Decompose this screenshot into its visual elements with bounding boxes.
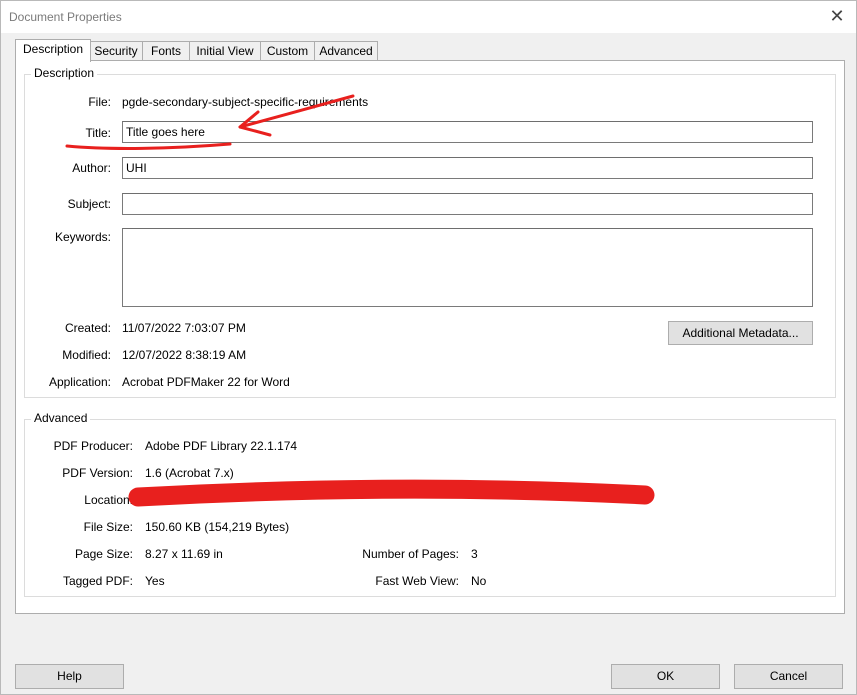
title-input[interactable]: [122, 121, 813, 143]
file-size-value: 150.60 KB (154,219 Bytes): [145, 520, 290, 534]
pdf-version-label: PDF Version:: [62, 466, 133, 480]
keywords-input[interactable]: [122, 228, 813, 307]
cancel-button[interactable]: Cancel: [734, 664, 843, 689]
help-button[interactable]: Help: [15, 664, 124, 689]
author-label: Author:: [72, 161, 111, 175]
advanced-group-label: Advanced: [31, 411, 91, 425]
document-properties-dialog: Document Properties ✕ Description Securi…: [0, 0, 857, 695]
fast-web-view-value: No: [471, 574, 487, 588]
description-group-label: Description: [31, 66, 98, 80]
pdf-version-value: 1.6 (Acrobat 7.x): [145, 466, 234, 480]
fast-web-view-label: Fast Web View:: [375, 574, 459, 588]
description-panel: Description File: pgde-secondary-subject…: [15, 60, 845, 614]
application-label: Application:: [48, 375, 111, 389]
keywords-label: Keywords:: [54, 230, 111, 244]
file-size-label: File Size:: [83, 520, 133, 534]
description-group: Description File: pgde-secondary-subject…: [24, 66, 836, 398]
number-of-pages-value: 3: [471, 547, 478, 561]
file-label: File:: [88, 95, 111, 109]
modified-label: Modified:: [62, 348, 111, 362]
tab-security[interactable]: Security: [89, 41, 143, 61]
close-icon[interactable]: ✕: [826, 5, 848, 27]
tab-description[interactable]: Description: [15, 39, 91, 62]
tab-advanced[interactable]: Advanced: [314, 41, 378, 61]
application-value: Acrobat PDFMaker 22 for Word: [122, 375, 290, 389]
file-value: pgde-secondary-subject-specific-requirem…: [122, 95, 369, 109]
tagged-pdf-label: Tagged PDF:: [62, 574, 133, 588]
window-title: Document Properties: [9, 10, 122, 24]
subject-label: Subject:: [67, 197, 111, 211]
page-size-value: 8.27 x 11.69 in: [145, 547, 223, 561]
tab-custom[interactable]: Custom: [260, 41, 315, 61]
subject-input[interactable]: [122, 193, 813, 215]
additional-metadata-button[interactable]: Additional Metadata...: [668, 321, 813, 345]
location-label: Location:: [84, 493, 133, 507]
pdf-producer-value: Adobe PDF Library 22.1.174: [145, 439, 298, 453]
created-value: 11/07/2022 7:03:07 PM: [122, 321, 246, 335]
title-bar: Document Properties ✕: [1, 1, 856, 33]
tagged-pdf-value: Yes: [145, 574, 165, 588]
number-of-pages-label: Number of Pages:: [362, 547, 459, 561]
ok-button[interactable]: OK: [611, 664, 720, 689]
author-input[interactable]: [122, 157, 813, 179]
tab-fonts[interactable]: Fonts: [142, 41, 190, 61]
tab-initial-view[interactable]: Initial View: [189, 41, 261, 61]
pdf-producer-label: PDF Producer:: [53, 439, 133, 453]
advanced-group: Advanced PDF Producer: Adobe PDF Library…: [24, 411, 836, 597]
title-label: Title:: [85, 126, 111, 140]
created-label: Created:: [64, 321, 111, 335]
page-size-label: Page Size:: [74, 547, 133, 561]
modified-value: 12/07/2022 8:38:19 AM: [122, 348, 247, 362]
